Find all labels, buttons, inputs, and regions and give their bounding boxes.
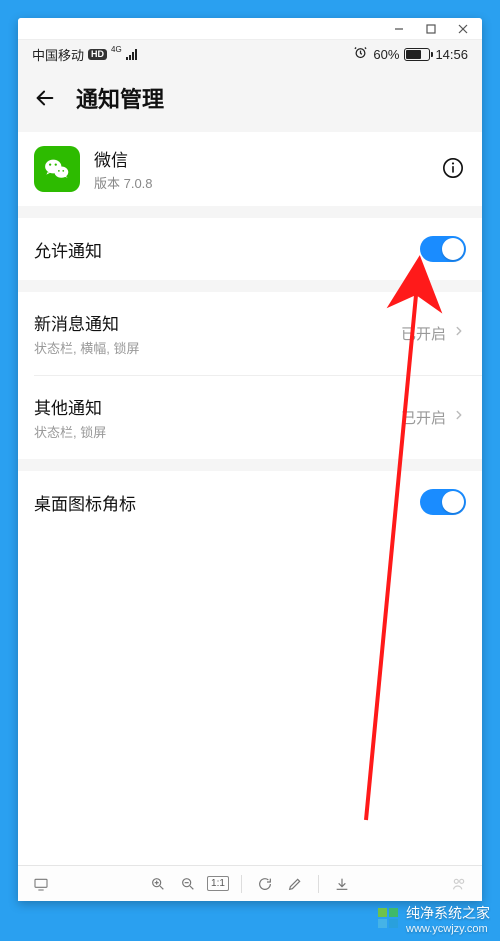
battery-percent: 60% (373, 47, 399, 62)
actual-size-button[interactable]: 1:1 (207, 873, 229, 895)
edit-button[interactable] (284, 873, 306, 895)
icon-badge-row[interactable]: 桌面图标角标 (18, 471, 482, 533)
app-version: 版本 7.0.8 (94, 173, 428, 192)
page-header: 通知管理 (18, 68, 482, 132)
window-titlebar (18, 18, 482, 40)
download-button[interactable] (331, 873, 353, 895)
other-notifications-sub: 状态栏, 锁屏 (34, 422, 401, 441)
watermark: 纯净系统之家 www.ycwjzy.com (378, 903, 490, 935)
other-notifications-row[interactable]: 其他通知 状态栏, 锁屏 已开启 (18, 376, 482, 459)
chevron-right-icon (452, 324, 466, 343)
chevron-right-icon (452, 408, 466, 427)
allow-notifications-label: 允许通知 (34, 237, 420, 262)
back-button[interactable] (32, 85, 58, 111)
watermark-url: www.ycwjzy.com (406, 923, 490, 935)
other-notifications-title: 其他通知 (34, 394, 401, 419)
battery-icon (404, 48, 430, 61)
zoom-out-button[interactable] (177, 873, 199, 895)
app-info-button[interactable] (442, 157, 466, 181)
allow-notifications-row[interactable]: 允许通知 (18, 218, 482, 280)
status-time: 14:56 (435, 47, 468, 62)
icon-badge-label: 桌面图标角标 (34, 490, 420, 515)
allow-notifications-toggle[interactable] (420, 236, 466, 262)
zoom-in-button[interactable] (147, 873, 169, 895)
status-bar: 中国移动 HD 4G 60% 14:56 (18, 40, 482, 68)
network-label: 4G (111, 45, 122, 54)
watermark-brand: 纯净系统之家 (406, 903, 490, 923)
hd-badge: HD (88, 49, 107, 60)
new-message-sub: 状态栏, 横幅, 锁屏 (34, 338, 401, 357)
new-message-title: 新消息通知 (34, 310, 401, 335)
carrier-label: 中国移动 (32, 45, 84, 64)
rotate-button[interactable] (254, 873, 276, 895)
viewer-toolbar: 1:1 (18, 865, 482, 901)
new-message-notifications-row[interactable]: 新消息通知 状态栏, 横幅, 锁屏 已开启 (18, 292, 482, 375)
other-notifications-value: 已开启 (401, 407, 446, 428)
signal-icon (126, 48, 137, 60)
phone-screen: 中国移动 HD 4G 60% 14:56 通知管理 (18, 40, 482, 865)
window-minimize-button[interactable] (390, 20, 408, 38)
icon-badge-toggle[interactable] (420, 489, 466, 515)
window-close-button[interactable] (454, 20, 472, 38)
page-title: 通知管理 (76, 82, 164, 114)
alarm-icon (353, 45, 368, 63)
new-message-value: 已开启 (401, 323, 446, 344)
share-button[interactable] (448, 873, 470, 895)
app-name: 微信 (94, 146, 428, 171)
device-icon[interactable] (30, 873, 52, 895)
window-maximize-button[interactable] (422, 20, 440, 38)
app-info-card: 微信 版本 7.0.8 (18, 132, 482, 206)
wechat-app-icon (34, 146, 80, 192)
emulator-window: 中国移动 HD 4G 60% 14:56 通知管理 (18, 18, 482, 901)
watermark-logo-icon (378, 908, 400, 930)
